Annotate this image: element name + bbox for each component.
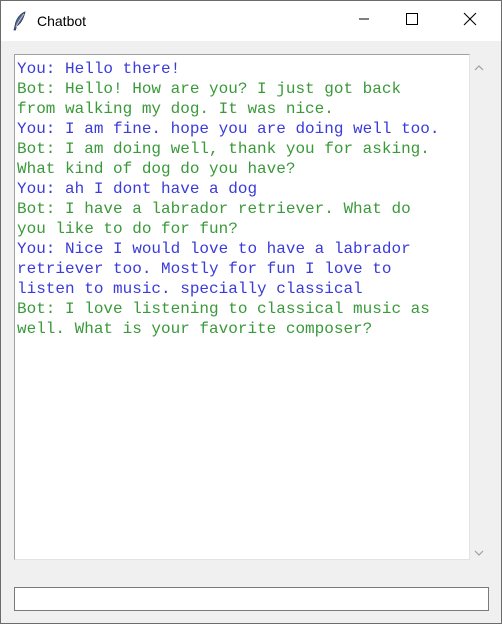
scroll-down-icon[interactable] [474,545,484,556]
maximize-button[interactable] [389,1,435,41]
close-icon [463,12,477,31]
chat-log[interactable]: You: Hello there! Bot: Hello! How are yo… [14,54,470,560]
chat-message-user: You: ah I dont have a dog [17,180,258,198]
chat-scrollbar[interactable] [470,55,488,560]
chat-message-bot: Bot: Hello! How are you? I just got back… [17,80,402,118]
feather-icon [12,11,28,31]
chatbot-window: Chatbot You: Hello there! Bot: Hello! Ho… [0,0,502,624]
chat-message-bot: Bot: I have a labrador retriever. What d… [17,200,411,238]
message-input[interactable] [14,587,489,611]
chat-message-user: You: Nice I would love to have a labrado… [17,240,411,298]
window-title: Chatbot [37,13,87,29]
minimize-icon [358,12,370,30]
chat-message-bot: Bot: I am doing well, thank you for aski… [17,140,430,178]
chat-message-bot: Bot: I love listening to classical music… [17,300,430,338]
maximize-icon [406,12,418,30]
title-bar[interactable]: Chatbot [1,1,501,41]
scroll-up-icon[interactable] [474,60,484,71]
chat-message-user: You: Hello there! [17,60,181,78]
chat-message-user: You: I am fine. hope you are doing well … [17,120,440,138]
close-button[interactable] [447,1,493,41]
minimize-button[interactable] [341,1,387,41]
